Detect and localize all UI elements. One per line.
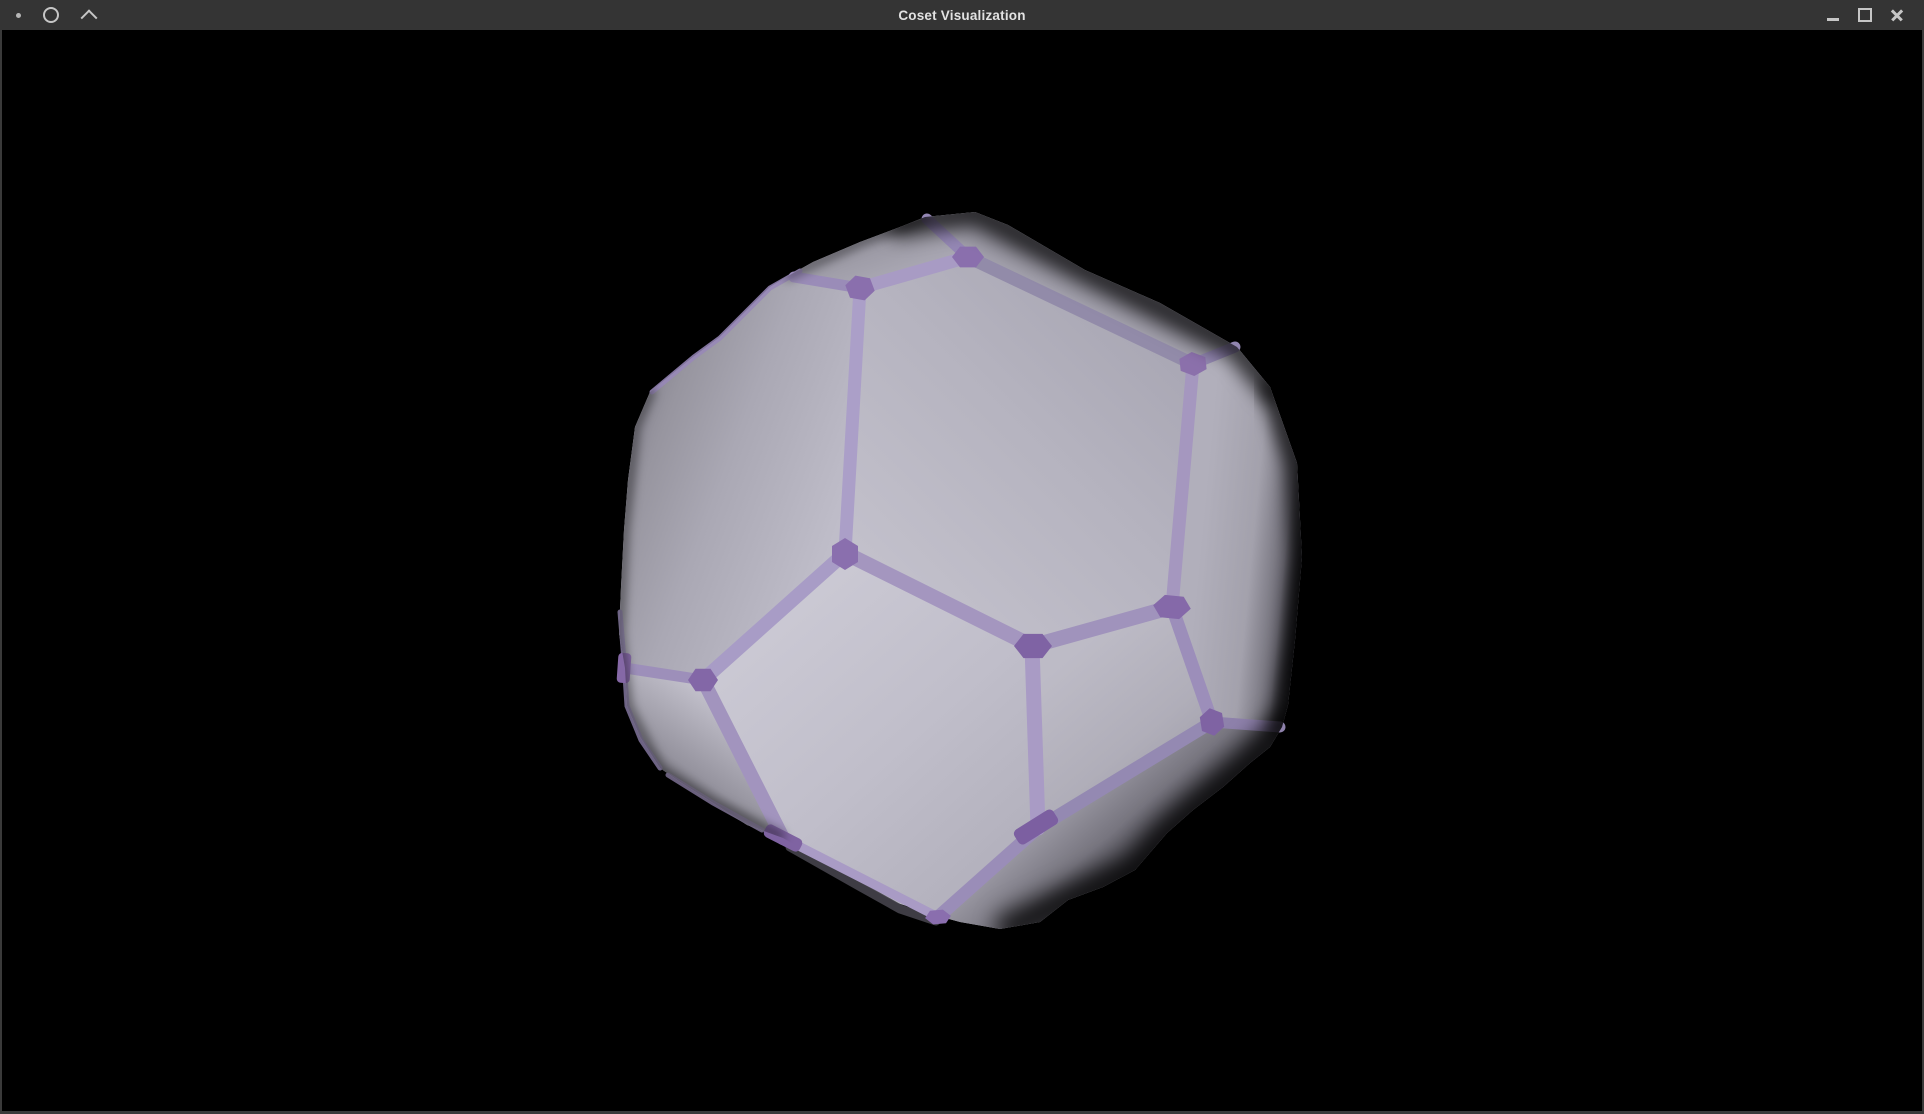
3d-viewport[interactable]	[0, 30, 1924, 1114]
dot-icon[interactable]	[16, 13, 21, 18]
window-title: Coset Visualization	[0, 0, 1924, 30]
titlebar-left-icons	[0, 0, 95, 30]
window-controls	[1814, 0, 1924, 30]
maximize-button[interactable]	[1852, 2, 1878, 28]
circle-icon[interactable]	[43, 7, 59, 23]
chevron-up-icon[interactable]	[81, 9, 98, 26]
minimize-icon	[1827, 18, 1839, 21]
polyhedron-edge	[1032, 646, 1038, 828]
app-window: Coset Visualization	[0, 0, 1924, 1114]
polyhedron-canvas	[0, 30, 1924, 1114]
window-border-left	[0, 30, 2, 1114]
close-icon	[1890, 8, 1904, 22]
close-button[interactable]	[1884, 2, 1910, 28]
titlebar: Coset Visualization	[0, 0, 1924, 30]
minimize-button[interactable]	[1820, 2, 1846, 28]
maximize-icon	[1858, 8, 1872, 22]
